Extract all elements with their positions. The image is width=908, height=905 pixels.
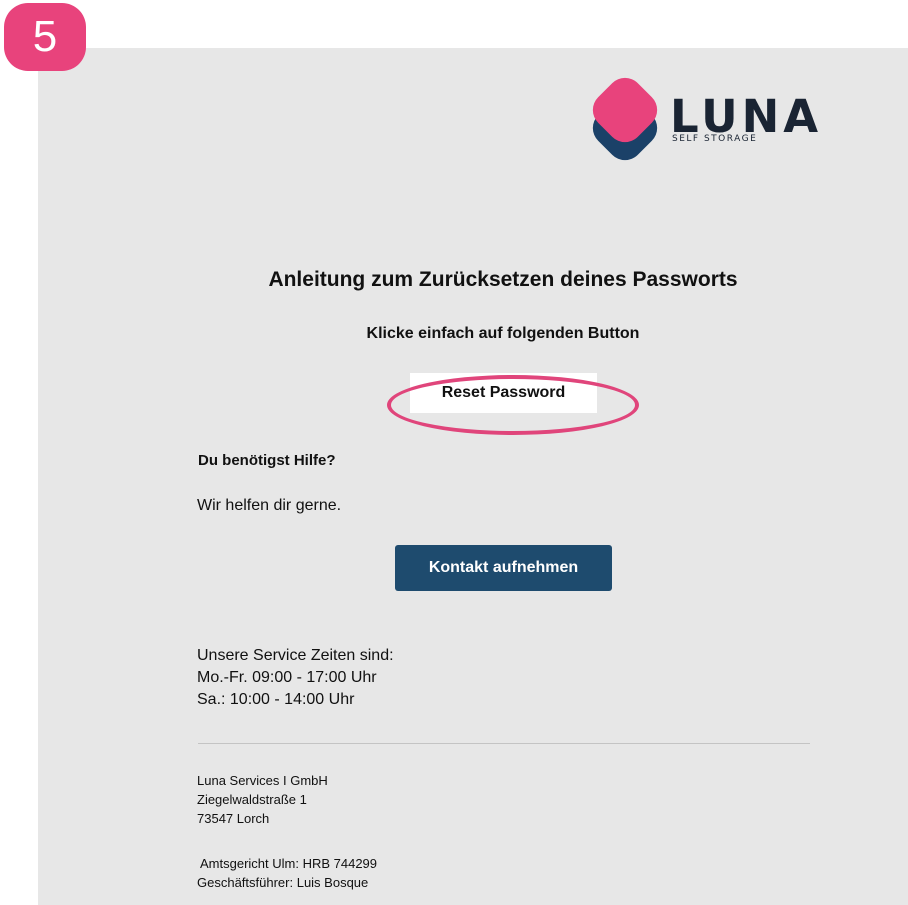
service-hours-title: Unsere Service Zeiten sind:: [197, 647, 394, 664]
logo-wordmark: LUNA: [670, 90, 823, 143]
email-body: LUNA SELF STORAGE Anleitung zum Zurückse…: [38, 48, 908, 905]
email-subheading: Klicke einfach auf folgenden Button: [366, 325, 640, 342]
footer-divider: [198, 743, 810, 744]
company-city: 73547 Lorch: [197, 811, 270, 826]
service-hours: Unsere Service Zeiten sind: Mo.-Fr. 09:0…: [197, 645, 394, 711]
managing-director: Geschäftsführer: Luis Bosque: [197, 875, 369, 890]
company-name: Luna Services I GmbH: [197, 773, 328, 788]
contact-button[interactable]: Kontakt aufnehmen: [395, 545, 612, 591]
email-heading: Anleitung zum Zurücksetzen deines Passwo…: [268, 268, 738, 291]
help-text: Wir helfen dir gerne.: [197, 497, 342, 514]
logo-tagline: SELF STORAGE: [672, 134, 758, 144]
legal-info: Amtsgericht Ulm: HRB 744299 Geschäftsfüh…: [197, 854, 377, 892]
step-number-badge: 5: [4, 3, 86, 71]
reset-password-button[interactable]: Reset Password: [410, 373, 597, 413]
help-title: Du benötigst Hilfe?: [198, 452, 336, 469]
luna-logo: LUNA SELF STORAGE: [590, 74, 818, 174]
company-address: Luna Services I GmbH Ziegelwaldstraße 1 …: [197, 771, 328, 828]
company-street: Ziegelwaldstraße 1: [197, 792, 307, 807]
register-court: Amtsgericht Ulm: HRB 744299: [200, 856, 378, 871]
luna-logo-mark-icon: [592, 77, 658, 161]
service-hours-weekdays: Mo.-Fr. 09:00 - 17:00 Uhr: [197, 669, 377, 686]
service-hours-saturday: Sa.: 10:00 - 14:00 Uhr: [197, 691, 355, 708]
